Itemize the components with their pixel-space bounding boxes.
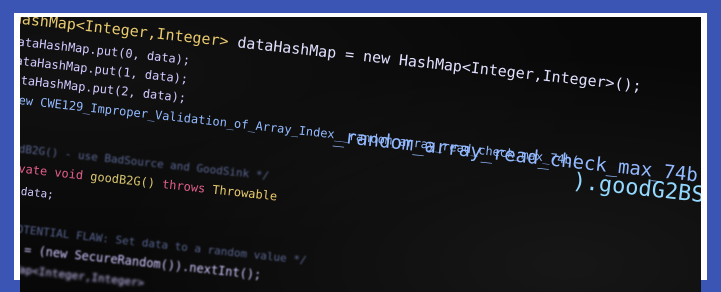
code-token-modifier: private void [20,159,84,183]
code-token-throws: throws [154,176,206,196]
code-token-exception: Throwable [204,181,278,204]
code-token-method-name: goodB2G() [82,168,156,191]
code-editor-screen: HashMap<Integer,Integer> dataHashMap = n… [20,17,701,292]
code-line-int-data: int data; [20,182,55,202]
code-token-rest: dataHashMap = new HashMap<Integer,Intege… [227,32,643,96]
